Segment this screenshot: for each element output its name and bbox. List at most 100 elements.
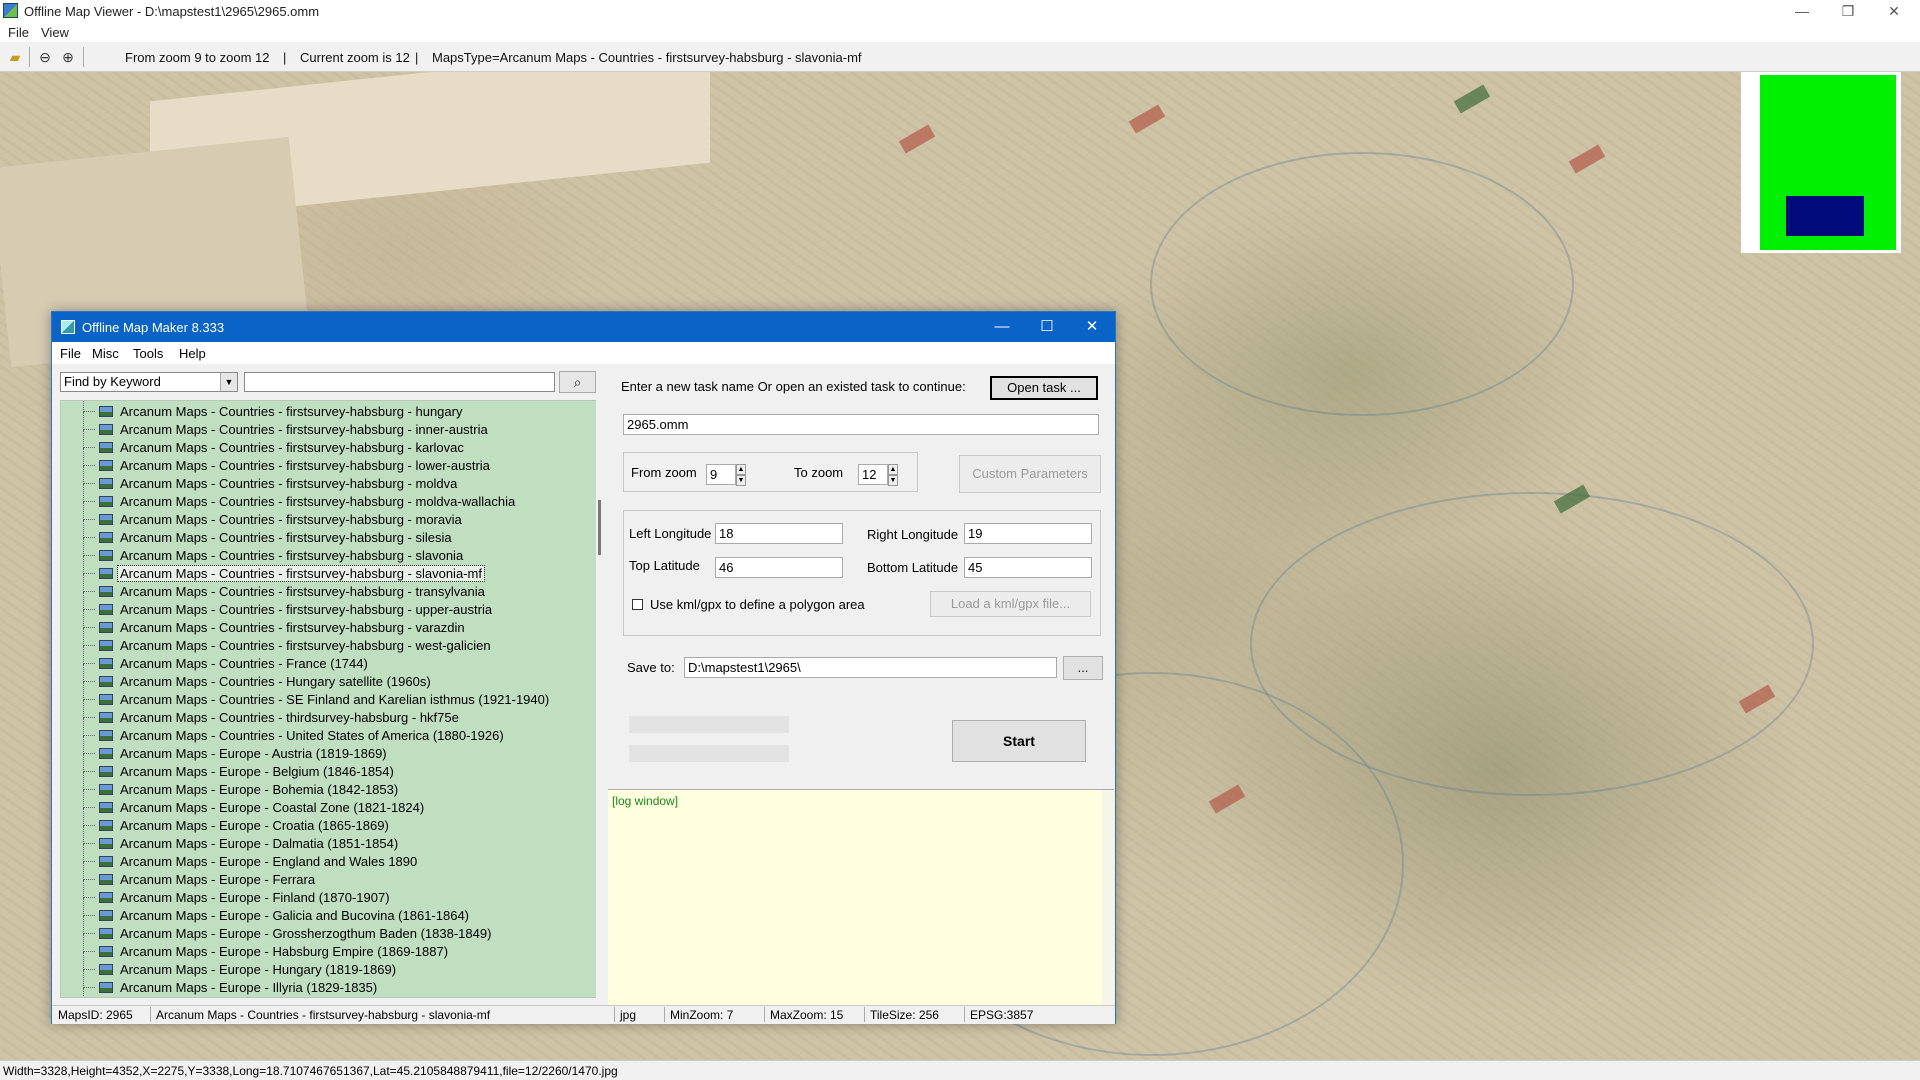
search-input[interactable] bbox=[244, 372, 555, 392]
log-window[interactable]: [log window] bbox=[608, 789, 1114, 1015]
tree-item[interactable]: Arcanum Maps - Europe - Finland (1870-19… bbox=[61, 880, 581, 907]
log-scrollbar[interactable] bbox=[1102, 790, 1114, 1013]
dialog-close-button[interactable]: ✕ bbox=[1072, 316, 1112, 338]
tree-item[interactable]: Arcanum Maps - Countries - firstsurvey-h… bbox=[61, 574, 581, 601]
zoom-out-icon[interactable]: ⊖ bbox=[36, 49, 54, 65]
to-zoom-label: To zoom bbox=[794, 465, 844, 480]
app-icon bbox=[3, 3, 18, 18]
top-latitude-input[interactable]: 46 bbox=[715, 557, 843, 578]
tree-item[interactable]: Arcanum Maps - Countries - SE Finland an… bbox=[61, 682, 581, 709]
tree-item-label: Arcanum Maps - Countries - firstsurvey-h… bbox=[120, 602, 493, 617]
close-button[interactable]: ✕ bbox=[1872, 1, 1916, 21]
custom-parameters-button[interactable]: Custom Parameters bbox=[959, 455, 1101, 493]
tree-item[interactable]: Arcanum Maps - Countries - firstsurvey-h… bbox=[61, 592, 581, 619]
open-folder-icon[interactable]: ▰ bbox=[6, 49, 24, 65]
tree-item[interactable]: Arcanum Maps - Europe - Grossherzogthum … bbox=[61, 916, 581, 943]
dialog-title-bar[interactable]: Offline Map Maker 8.333 — ☐ ✕ bbox=[52, 312, 1115, 342]
dialog-minimize-button[interactable]: — bbox=[982, 316, 1022, 338]
tree-connector bbox=[83, 610, 95, 628]
tree-item[interactable]: Arcanum Maps - Europe - Illyria (1829-18… bbox=[61, 970, 581, 997]
tree-item[interactable]: Arcanum Maps - Europe - Ferrara bbox=[61, 862, 581, 889]
status-separator bbox=[864, 1007, 865, 1022]
bottom-latitude-input[interactable]: 45 bbox=[964, 557, 1092, 578]
tree-item[interactable]: Arcanum Maps - Countries - firstsurvey-h… bbox=[61, 628, 581, 655]
tree-item[interactable]: Arcanum Maps - Europe - Coastal Zone (18… bbox=[61, 790, 581, 817]
spin-up-icon[interactable]: ▲ bbox=[736, 464, 746, 475]
tree-item[interactable]: Arcanum Maps - Europe - Italy (1862-1876… bbox=[83, 988, 84, 997]
toolbar-divider: | bbox=[283, 50, 287, 65]
tree-item[interactable]: Arcanum Maps - Countries - firstsurvey-h… bbox=[61, 448, 581, 475]
to-zoom-spinner[interactable]: ▲ ▼ bbox=[888, 464, 898, 486]
from-zoom-input[interactable]: 9 bbox=[706, 464, 736, 485]
zoom-in-icon[interactable]: ⊕ bbox=[59, 49, 77, 65]
tree-scrollbar-thumb[interactable] bbox=[598, 500, 601, 555]
tree-item-label: Arcanum Maps - Countries - firstsurvey-h… bbox=[120, 404, 463, 419]
tree-item[interactable]: Arcanum Maps - Countries - firstsurvey-h… bbox=[61, 401, 581, 421]
tree-item-label: Arcanum Maps - Europe - Bohemia (1842-18… bbox=[120, 782, 399, 797]
chevron-down-icon[interactable]: ▼ bbox=[220, 373, 237, 391]
tree-item[interactable]: Arcanum Maps - Countries - firstsurvey-h… bbox=[61, 412, 581, 439]
task-name-input[interactable]: 2965.omm bbox=[623, 414, 1099, 435]
map-village bbox=[1128, 104, 1166, 134]
tree-scrollbar[interactable] bbox=[596, 400, 604, 998]
overview-viewport[interactable] bbox=[1786, 196, 1864, 236]
tree-item[interactable]: Arcanum Maps - Countries - Hungary satel… bbox=[61, 664, 581, 691]
browse-button[interactable]: ... bbox=[1063, 656, 1103, 680]
tree-item[interactable]: Arcanum Maps - Europe - England and Wale… bbox=[61, 844, 581, 871]
dialog-maximize-button[interactable]: ☐ bbox=[1027, 316, 1067, 338]
search-button[interactable]: ⌕ bbox=[559, 371, 596, 393]
tree-item-label: Arcanum Maps - Countries - SE Finland an… bbox=[120, 692, 550, 707]
dialog-menu-file[interactable]: File bbox=[60, 346, 81, 361]
menu-file[interactable]: File bbox=[8, 25, 29, 40]
tree-item[interactable]: Arcanum Maps - Countries - firstsurvey-h… bbox=[61, 502, 581, 529]
spin-down-icon[interactable]: ▼ bbox=[736, 475, 746, 486]
tree-item[interactable]: Arcanum Maps - Countries - firstsurvey-h… bbox=[61, 538, 581, 565]
tree-connector bbox=[83, 790, 95, 808]
maximize-button[interactable]: ❐ bbox=[1826, 1, 1870, 21]
tree-item[interactable]: Arcanum Maps - Europe - Austria (1819-18… bbox=[61, 736, 581, 763]
dialog-menu-help[interactable]: Help bbox=[179, 346, 206, 361]
right-longitude-input[interactable]: 19 bbox=[964, 523, 1092, 544]
tree-item[interactable]: Arcanum Maps - Countries - firstsurvey-h… bbox=[61, 484, 581, 511]
tree-item[interactable]: Arcanum Maps - Countries - firstsurvey-h… bbox=[61, 610, 581, 637]
tree-item[interactable]: Arcanum Maps - Countries - firstsurvey-h… bbox=[61, 556, 581, 583]
load-kml-button[interactable]: Load a kml/gpx file... bbox=[930, 591, 1091, 617]
tree-connector bbox=[83, 628, 95, 646]
spin-down-icon[interactable]: ▼ bbox=[888, 475, 898, 486]
tree-item[interactable]: Arcanum Maps - Countries - France (1744) bbox=[61, 646, 581, 673]
dialog-title: Offline Map Maker 8.333 bbox=[82, 320, 225, 335]
viewer-toolbar: ▰ ⊖ ⊕ From zoom 9 to zoom 12 | Current z… bbox=[0, 42, 1920, 72]
to-zoom-input[interactable]: 12 bbox=[858, 464, 888, 485]
dialog-menu-tools[interactable]: Tools bbox=[133, 346, 163, 361]
tree-item-label: Arcanum Maps - Europe - Ferrara bbox=[120, 872, 316, 887]
tree-item[interactable]: Arcanum Maps - Europe - Galicia and Buco… bbox=[61, 898, 581, 925]
open-task-button[interactable]: Open task ... bbox=[990, 376, 1098, 400]
tree-item[interactable]: Arcanum Maps - Countries - United States… bbox=[61, 718, 581, 745]
overview-minimap[interactable] bbox=[1741, 72, 1901, 253]
menu-view[interactable]: View bbox=[41, 25, 69, 40]
spin-up-icon[interactable]: ▲ bbox=[888, 464, 898, 475]
map-list-tree[interactable]: Arcanum Maps - Countries - firstsurvey-h… bbox=[60, 400, 600, 998]
tree-connector bbox=[83, 520, 95, 538]
start-button[interactable]: Start bbox=[952, 720, 1086, 762]
tree-item[interactable]: Arcanum Maps - Countries - firstsurvey-h… bbox=[61, 520, 581, 547]
dialog-menu-misc[interactable]: Misc bbox=[92, 346, 119, 361]
tree-item[interactable]: Arcanum Maps - Europe - Hungary (1819-18… bbox=[61, 952, 581, 979]
from-zoom-spinner[interactable]: ▲ ▼ bbox=[736, 464, 746, 486]
tree-connector bbox=[83, 844, 95, 862]
tree-item[interactable]: Arcanum Maps - Europe - Croatia (1865-18… bbox=[61, 808, 581, 835]
map-image-icon bbox=[99, 856, 113, 867]
left-longitude-input[interactable]: 18 bbox=[715, 523, 843, 544]
save-to-input[interactable]: D:\mapstest1\2965\ bbox=[684, 657, 1057, 678]
tree-item[interactable]: Arcanum Maps - Countries - firstsurvey-h… bbox=[61, 466, 581, 493]
kml-checkbox[interactable] bbox=[632, 599, 643, 610]
log-text: [log window] bbox=[612, 794, 679, 808]
tree-item[interactable]: Arcanum Maps - Countries - thirdsurvey-h… bbox=[61, 700, 581, 727]
tree-item[interactable]: Arcanum Maps - Countries - firstsurvey-h… bbox=[61, 430, 581, 457]
tree-item[interactable]: Arcanum Maps - Europe - Bohemia (1842-18… bbox=[61, 772, 581, 799]
tree-item[interactable]: Arcanum Maps - Europe - Dalmatia (1851-1… bbox=[61, 826, 581, 853]
tree-item[interactable]: Arcanum Maps - Europe - Habsburg Empire … bbox=[61, 934, 581, 961]
search-mode-select[interactable]: Find by Keyword ▼ bbox=[60, 372, 238, 392]
minimize-button[interactable]: — bbox=[1780, 1, 1824, 21]
tree-item[interactable]: Arcanum Maps - Europe - Belgium (1846-18… bbox=[61, 754, 581, 781]
